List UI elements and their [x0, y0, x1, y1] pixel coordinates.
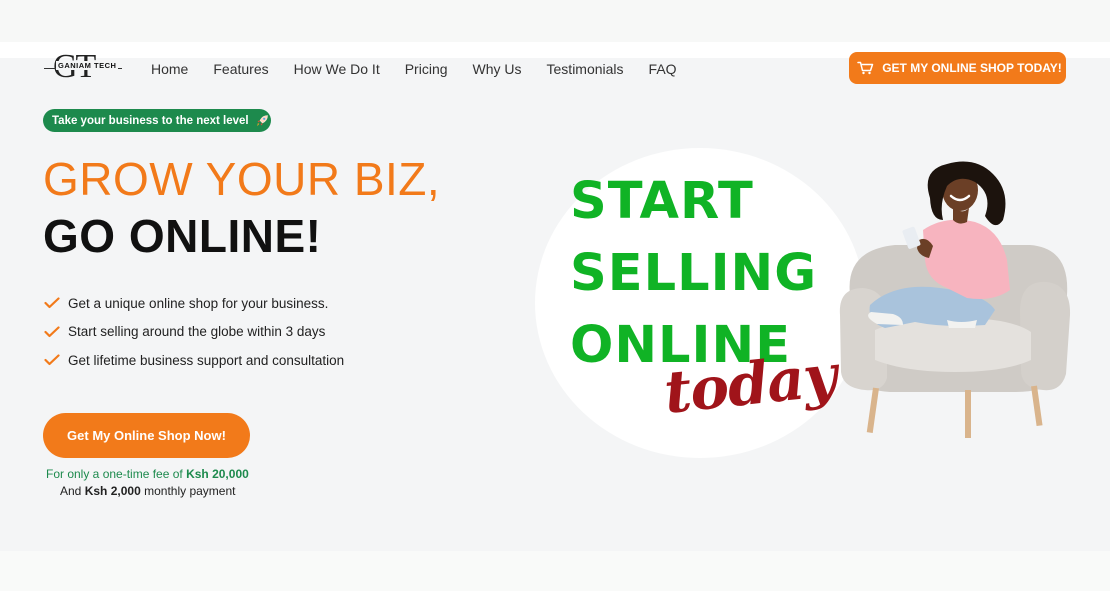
feature-text: Get a unique online shop for your busine…	[68, 295, 329, 311]
one-time-fee: For only a one-time fee of Ksh 20,000	[46, 467, 249, 481]
fee-amount: Ksh 20,000	[186, 467, 249, 481]
main-nav: Home Features How We Do It Pricing Why U…	[151, 60, 702, 78]
header-cta-button[interactable]: GET MY ONLINE SHOP TODAY!	[849, 52, 1066, 84]
check-icon	[44, 354, 60, 366]
feature-text: Get lifetime business support and consul…	[68, 352, 345, 368]
monthly-prefix: And	[60, 484, 82, 498]
list-item: Start selling around the globe within 3 …	[44, 318, 344, 347]
feature-list: Get a unique online shop for your busine…	[44, 289, 344, 375]
monthly-amount: Ksh 2,000	[84, 484, 141, 498]
nav-pricing[interactable]: Pricing	[405, 60, 448, 78]
get-shop-button[interactable]: Get My Online Shop Now!	[43, 413, 250, 458]
nav-faq[interactable]: FAQ	[649, 60, 677, 78]
check-icon	[44, 326, 60, 337]
feature-text: Start selling around the globe within 3 …	[68, 324, 326, 340]
check-icon	[44, 297, 60, 309]
nav-why-us[interactable]: Why Us	[473, 60, 522, 78]
nav-how-we-do-it[interactable]: How We Do It	[294, 60, 380, 78]
nav-testimonials[interactable]: Testimonials	[547, 60, 624, 78]
header-cta-label: GET MY ONLINE SHOP TODAY!	[882, 61, 1062, 75]
logo-brand: GANIAM TECH	[56, 61, 119, 70]
nav-home[interactable]: Home	[151, 60, 188, 78]
headline-line-2: GO ONLINE!	[43, 210, 322, 262]
promo-line-2: SELLING	[570, 244, 818, 303]
bottom-band	[0, 551, 1110, 591]
hero-photo-woman-in-armchair	[839, 161, 1071, 438]
nav-features[interactable]: Features	[213, 60, 268, 78]
site-logo[interactable]: GT GANIAM TECH	[44, 48, 124, 86]
fee-prefix: For only a one-time fee of	[46, 467, 183, 481]
rocket-icon	[256, 114, 268, 126]
cart-icon	[857, 61, 874, 75]
list-item: Get lifetime business support and consul…	[44, 346, 344, 375]
headline-line-1: GROW YOUR BIZ,	[43, 153, 441, 205]
promo-line-1: START	[570, 172, 754, 231]
tagline-text: Take your business to the next level	[52, 114, 249, 127]
tagline-badge: Take your business to the next level	[43, 109, 271, 132]
monthly-fee: And Ksh 2,000 monthly payment	[60, 484, 235, 498]
list-item: Get a unique online shop for your busine…	[44, 289, 344, 318]
monthly-suffix: monthly payment	[144, 484, 236, 498]
